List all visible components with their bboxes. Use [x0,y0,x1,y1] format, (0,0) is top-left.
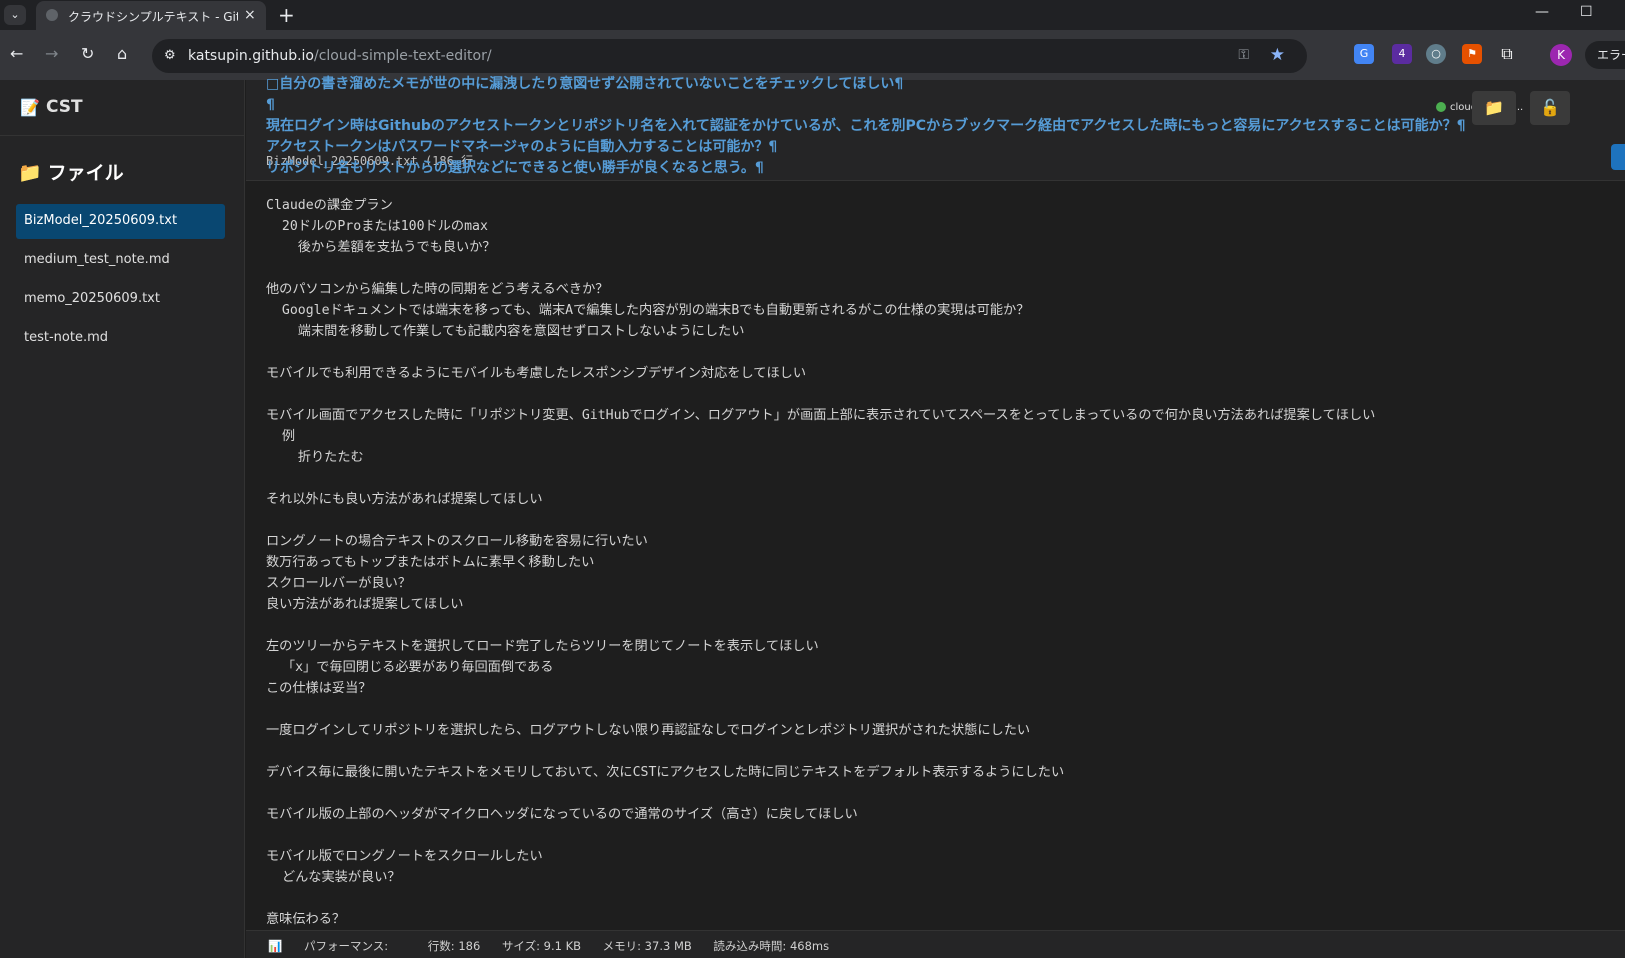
editor-line: モバイル版でロングノートをスクロールしたい [266,849,543,864]
editor-line: 折りたたむ [266,450,364,465]
editor-line: 良い方法があれば提案してほしい [266,597,464,612]
editor-line: 左のツリーからテキストを選択してロード完了したらツリーを閉じてノートを表示してほ… [266,639,819,654]
back-icon[interactable]: ← [10,44,23,63]
app-root: 📝 CST 📁 ファイル BizModel_20250609.txt medium… [0,76,1625,958]
editor-line: モバイルでも利用できるようにモバイルも考慮したレスポンシブデザイン対応をしてほし… [266,366,807,381]
editor-line: この仕様は妥当？ [266,681,372,696]
editor-line: Googleドキュメントでは端末を移っても、端末Aで編集した内容が別の端末Bでも… [266,303,1030,318]
site-info-icon[interactable]: ⚙ [164,48,176,63]
text-editor[interactable]: Claudeの課金プラン 20ドルのProまたは100ドルのmax 後から差額を… [246,182,1625,930]
maximize-icon[interactable]: ☐ [1580,4,1593,20]
preview-overlay: □自分の書き溜めたメモが世の中に漏洩したり意図せず公開されていないことをチェック… [266,74,1466,179]
file-item[interactable]: test-note.md [16,321,225,356]
status-bar: 📊 パフォーマンス: 行数: 186 サイズ: 9.1 KB メモリ: 37.3… [246,930,1625,958]
file-item[interactable]: memo_20250609.txt [16,282,225,317]
performance-label: 📊 パフォーマンス: [268,939,406,953]
editor-line: 意味伝わる？ [266,912,346,927]
editor-line: 数万行あってもトップまたはボトムに素早く移動したい [266,555,595,570]
folder-icon: 📁 [18,162,42,184]
extension-badge-icon[interactable]: 4 [1392,44,1412,64]
translate-extension-icon[interactable]: G [1354,44,1374,64]
overlay-line: 現在ログイン時はGithubのアクセストークンとリポジトリ名を入れて認証をかけて… [266,118,1466,134]
editor-line: スクロールバーが良い？ [266,576,412,591]
url-text: katsupin.github.io/cloud-simple-text-edi… [188,48,492,64]
editor-line: モバイル版の上部のヘッダがマイクロヘッダになっているので通常のサイズ（高さ）に戻… [266,807,858,822]
editor-line: 「x」で毎回閉じる必要があり毎回面倒である [266,660,554,675]
lock-button[interactable]: 🔓 [1530,91,1570,125]
tab-title: クラウドシンプルテキスト - GitHub連 [68,10,238,24]
home-icon[interactable]: ⌂ [117,44,127,63]
tab-favicon-icon [46,9,58,21]
editor-line: 20ドルのProまたは100ドルのmax [266,219,488,234]
error-button[interactable]: エラー [1585,41,1625,69]
new-tab-button[interactable]: + [278,3,295,27]
editor-line: ロングノートの場合テキストのスクロール移動を容易に行いたい [266,534,648,549]
overlay-line: ¶ [266,97,275,113]
browser-tab[interactable]: クラウドシンプルテキスト - GitHub連 × [36,1,266,30]
reload-icon[interactable]: ↻ [81,44,94,63]
files-heading-label: ファイル [47,162,124,184]
bookmark-star-icon[interactable]: ★ [1270,45,1285,65]
overlay-line: □自分の書き溜めたメモが世の中に漏洩したり意図せず公開されていないことをチェック… [266,76,904,92]
editor-line: モバイル画面でアクセスした時に「リポジトリ変更、GitHubでログイン、ログアウ… [266,408,1376,423]
editor-line: それ以外にも良い方法があれば提案してほしい [266,492,543,507]
tab-search-button[interactable]: ⌄ [4,5,26,25]
url-path: /cloud-simple-text-editor/ [314,48,492,64]
lock-icon: 🔓 [1540,98,1560,117]
editor-line: Claudeの課金プラン [266,198,393,213]
password-key-icon[interactable]: ⚿ [1238,47,1249,63]
tab-close-icon[interactable]: × [244,7,256,23]
extensions-puzzle-icon[interactable]: ⧉ [1497,44,1517,64]
side-toggle-tab[interactable] [1611,144,1625,170]
file-list: BizModel_20250609.txt medium_test_note.m… [16,204,225,360]
editor-line: 他のパソコンから編集した時の同期をどう考えるべきか？ [266,282,609,297]
browser-tabbar: ⌄ クラウドシンプルテキスト - GitHub連 × + — ☐ [0,0,1625,30]
editor-line: 例 [266,429,296,444]
overlay-line: アクセストークンはパスワードマネージャのように自動入力することは可能か？¶ [266,139,778,155]
main-panel: cloud-simple... 📁 🔓 BizModel_20250609.tx… [246,76,1625,958]
profile-avatar[interactable]: K [1550,44,1572,66]
line-count: 行数: 186 [427,939,481,953]
folder-button[interactable]: 📁 [1472,91,1516,125]
load-time: 読み込み時間: 468ms [713,939,830,953]
file-item[interactable]: medium_test_note.md [16,243,225,278]
circle-extension-icon[interactable]: ○ [1426,44,1446,64]
browser-toolbar: ← → ↻ ⌂ ⚙ katsupin.github.io/cloud-simpl… [0,30,1625,80]
files-heading: 📁 ファイル [18,158,124,185]
notepad-logo-icon: 📝 [20,98,40,117]
flag-extension-icon[interactable]: ⚑ [1462,44,1482,64]
overlay-line: リポジトリ名もリストからの選択などにできると使い勝手が良くなると思う。¶ [266,160,764,176]
file-size: サイズ: 9.1 KB [501,939,581,953]
file-item[interactable]: BizModel_20250609.txt [16,204,225,239]
folder-icon: 📁 [1484,98,1504,117]
memory-usage: メモリ: 37.3 MB [602,939,692,953]
minimize-icon[interactable]: — [1535,4,1549,20]
file-sidebar: 📝 CST 📁 ファイル BizModel_20250609.txt medium… [0,80,245,958]
editor-line: 端末間を移動して作業しても記載内容を意図せずロストしないようにしたい [266,324,745,339]
brand-name: CST [46,97,83,117]
editor-line: どんな実装が良い？ [266,870,401,885]
chart-icon: 📊 [268,939,283,953]
brand-header: 📝 CST [0,80,245,136]
forward-icon[interactable]: → [45,44,58,63]
editor-line: 一度ログインしてリポジトリを選択したら、ログアウトしない限り再認証なしでログイン… [266,723,1031,738]
editor-line: デバイス毎に最後に開いたテキストをメモリしておいて、次にCSTにアクセスした時に… [266,765,1065,780]
performance-label-text: パフォーマンス: [303,939,389,953]
extension-badge-count: 4 [1398,47,1406,60]
url-host: katsupin.github.io [188,48,314,64]
address-bar[interactable]: ⚙ katsupin.github.io/cloud-simple-text-e… [152,39,1307,73]
editor-line: 後から差額を支払うでも良いか？ [266,240,496,255]
